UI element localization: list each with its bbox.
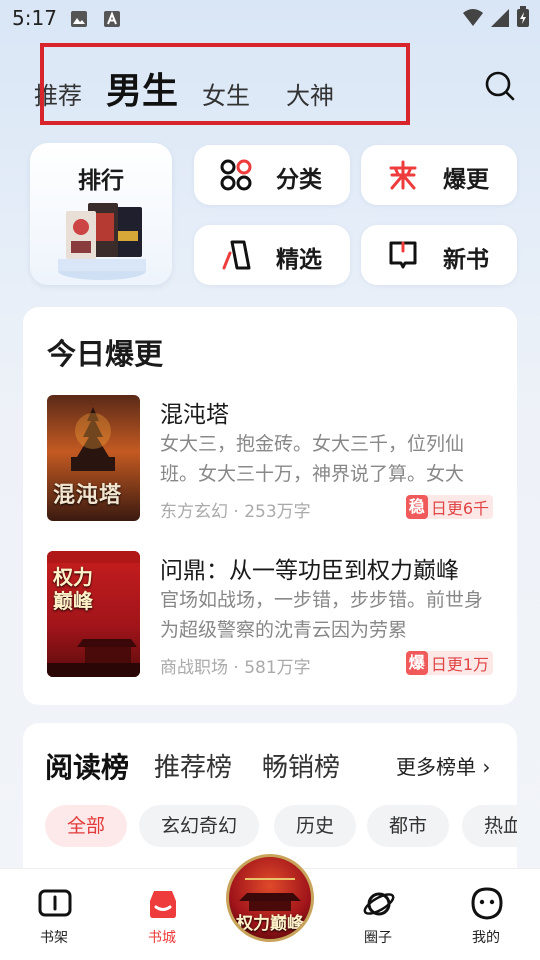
nav-bookshelf-label: 书架 (40, 930, 68, 946)
rank-label: 排行 (78, 168, 124, 194)
nav-bookstore[interactable]: 书城 (122, 869, 202, 960)
more-rank-link[interactable]: 更多榜单 › (396, 751, 490, 780)
book-meta: 商战职场 · 581万字 (160, 653, 311, 678)
book-title: 问鼎：从一等功臣到权力巅峰 (160, 558, 459, 584)
search-icon[interactable] (484, 70, 516, 102)
new-books-button[interactable]: 新书 (361, 225, 517, 285)
featured-label: 精选 (276, 247, 322, 273)
lai-character-icon (389, 160, 417, 190)
wifi-icon (463, 9, 483, 26)
book-genre: 商战职场 (160, 658, 228, 678)
badge-tag: 爆 (405, 651, 428, 675)
book-item[interactable]: 权力巅峰 问鼎：从一等功臣到权力巅峰 官场如战场，一步错，步步错。前世身为超级警… (47, 551, 493, 678)
new-books-label: 新书 (443, 247, 489, 273)
book-item[interactable]: 混沌塔 混沌塔 女大三，抱金砖。女大三千，位列仙班。女大三十万，神界说了算。女大… (47, 395, 493, 522)
book-meta: 东方玄幻 · 253万字 (160, 497, 311, 522)
status-bar: 5:17 (0, 0, 540, 36)
gallery-icon (71, 11, 87, 27)
category-icon (220, 159, 252, 191)
nav-profile[interactable]: 我的 (446, 869, 526, 960)
battery-icon (517, 6, 529, 27)
book-stack-illustration (58, 203, 146, 280)
nav-circle[interactable]: 圈子 (338, 869, 418, 960)
nav-bookstore-label: 书城 (148, 930, 176, 946)
chip-all[interactable]: 全部 (45, 805, 128, 847)
book-title: 混沌塔 (160, 402, 229, 428)
today-update-card: 今日爆更 混沌塔 混沌塔 女大三，抱金砖。女大三千，位列仙班。女大三十万，神界说… (23, 307, 517, 705)
cover-title: 混沌塔 (53, 482, 123, 508)
book-cover: 混沌塔 (47, 395, 140, 521)
meta-separator: · (233, 658, 245, 678)
book-cover: 权力巅峰 (47, 551, 140, 677)
book-genre: 东方玄幻 (160, 502, 228, 522)
badge-text: 日更1万 (430, 655, 489, 674)
category-label: 分类 (276, 167, 322, 193)
bookshelf-icon (38, 889, 72, 917)
bookstore-icon (150, 891, 176, 918)
new-book-icon (389, 241, 417, 269)
status-time: 5:17 (12, 6, 57, 30)
featured-button[interactable]: 精选 (194, 225, 350, 285)
chip-urban[interactable]: 都市 (367, 805, 450, 847)
featured-icon (222, 240, 251, 270)
book-word-count: 253万字 (244, 502, 311, 522)
chip-fantasy[interactable]: 玄幻奇幻 (139, 805, 260, 847)
tab-reading-rank[interactable]: 阅读榜 (45, 746, 129, 786)
category-button[interactable]: 分类 (194, 145, 350, 205)
tab-bestseller-rank[interactable]: 畅销榜 (262, 747, 340, 784)
update-badge: 稳 日更6千 (405, 495, 493, 519)
cover-title: 权力巅峰 (53, 565, 93, 613)
text-a-icon (104, 11, 120, 27)
hot-update-button[interactable]: 爆更 (361, 145, 517, 205)
nav-bookshelf[interactable]: 书架 (14, 869, 94, 960)
badge-text: 日更6千 (430, 499, 489, 518)
chevron-right-icon: › (482, 755, 491, 779)
today-update-title: 今日爆更 (47, 337, 164, 371)
tab-recommend-rank[interactable]: 推荐榜 (154, 747, 232, 784)
meta-separator: · (233, 502, 245, 522)
promo-title: 权力巅峰 (236, 914, 304, 934)
hot-update-label: 爆更 (443, 167, 489, 193)
signal-icon (491, 9, 509, 27)
rank-entry-card[interactable]: 排行 (30, 143, 172, 285)
promo-book-badge[interactable]: 权力巅峰 (226, 854, 314, 942)
badge-tag: 稳 (405, 495, 428, 519)
planet-icon (363, 892, 395, 916)
nav-profile-label: 我的 (472, 930, 500, 946)
highlight-box (40, 43, 410, 125)
profile-face-icon (471, 887, 503, 920)
book-description: 女大三，抱金砖。女大三千，位列仙班。女大三十万，神界说了算。女大 (160, 433, 465, 485)
chip-history[interactable]: 历史 (274, 805, 357, 847)
book-word-count: 581万字 (244, 658, 311, 678)
nav-circle-label: 圈子 (364, 930, 392, 946)
chip-hot-blood[interactable]: 热血 (462, 805, 517, 847)
more-rank-label: 更多榜单 (396, 755, 476, 779)
update-badge: 爆 日更1万 (405, 651, 493, 675)
book-description: 官场如战场，一步错，步步错。前世身为超级警察的沈青云因为劳累 (160, 589, 484, 641)
